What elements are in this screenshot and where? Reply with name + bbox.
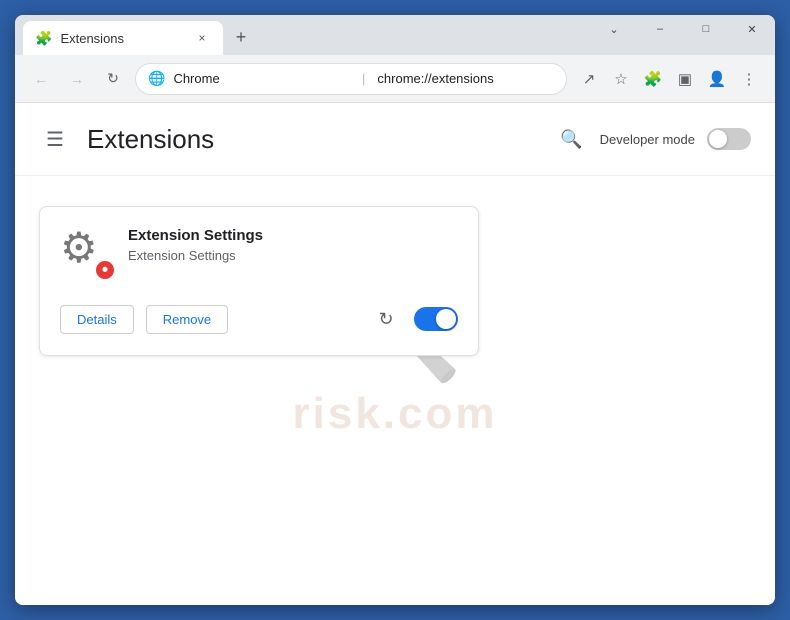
reload-button[interactable]: ↻ (99, 65, 127, 93)
hamburger-menu-button[interactable]: ☰ (39, 123, 71, 155)
card-bottom: Details Remove ↻ (60, 303, 458, 335)
chevron-button[interactable]: ⌄ (591, 17, 637, 41)
toolbar-icons: ↗ ☆ 🧩 ▣ 👤 ⋮ (575, 65, 763, 93)
gear-icon: ⚙ (60, 224, 98, 271)
header-actions: 🔍 Developer mode (556, 123, 751, 155)
tab-close-button[interactable]: × (193, 29, 211, 47)
sidebar-button[interactable]: ▣ (671, 65, 699, 93)
menu-button[interactable]: ⋮ (735, 65, 763, 93)
extension-icon: ⚙ ⏺ (60, 227, 112, 279)
page-title-area: ☰ Extensions (39, 123, 214, 155)
tab-label: Extensions (60, 31, 124, 46)
minimize-button[interactable]: – (637, 17, 683, 41)
maximize-button[interactable]: □ (683, 17, 729, 41)
back-button[interactable]: ← (27, 65, 55, 93)
page-title: Extensions (87, 124, 214, 155)
remove-button[interactable]: Remove (146, 305, 228, 334)
extension-badge: ⏺ (94, 259, 116, 281)
extension-enable-toggle[interactable] (414, 307, 458, 331)
address-separator: | (362, 71, 365, 86)
extension-description: Extension Settings (128, 248, 263, 263)
refresh-extension-button[interactable]: ↻ (370, 303, 402, 335)
extension-title: Extension Settings (128, 227, 263, 244)
developer-mode-label: Developer mode (600, 132, 695, 147)
bookmark-button[interactable]: ☆ (607, 65, 635, 93)
extensions-area: ⚙ ⏺ Extension Settings Extension Setting… (15, 176, 775, 386)
browser-window: 🧩 Extensions × + ⌄ – □ ✕ ← → ↻ 🌐 Chrome … (15, 15, 775, 605)
extensions-button[interactable]: 🧩 (639, 65, 667, 93)
page-content: 🔍 risk.com ☰ Extensions 🔍 Developer mode… (15, 103, 775, 605)
share-button[interactable]: ↗ (575, 65, 603, 93)
badge-record-icon: ⏺ (102, 264, 108, 277)
window-controls: ⌄ – □ ✕ (591, 15, 775, 43)
site-info-icon: 🌐 (148, 70, 165, 87)
search-button[interactable]: 🔍 (556, 123, 588, 155)
forward-button[interactable]: → (63, 65, 91, 93)
page-header: ☰ Extensions 🔍 Developer mode (15, 103, 775, 176)
close-button[interactable]: ✕ (729, 17, 775, 41)
details-button[interactable]: Details (60, 305, 134, 334)
profile-button[interactable]: 👤 (703, 65, 731, 93)
title-bar: 🧩 Extensions × + ⌄ – □ ✕ (15, 15, 775, 55)
omnibar: ← → ↻ 🌐 Chrome | chrome://extensions ↗ ☆… (15, 55, 775, 103)
url-text: chrome://extensions (377, 71, 554, 86)
chrome-label: Chrome (173, 71, 350, 86)
address-bar[interactable]: 🌐 Chrome | chrome://extensions (135, 63, 567, 95)
new-tab-button[interactable]: + (227, 23, 255, 51)
developer-mode-toggle[interactable] (707, 128, 751, 150)
extension-info: Extension Settings Extension Settings (128, 227, 263, 263)
active-tab[interactable]: 🧩 Extensions × (23, 21, 223, 55)
card-top: ⚙ ⏺ Extension Settings Extension Setting… (60, 227, 458, 279)
watermark-text: risk.com (293, 389, 498, 439)
tab-extensions-icon: 🧩 (35, 30, 52, 47)
extension-card: ⚙ ⏺ Extension Settings Extension Setting… (39, 206, 479, 356)
